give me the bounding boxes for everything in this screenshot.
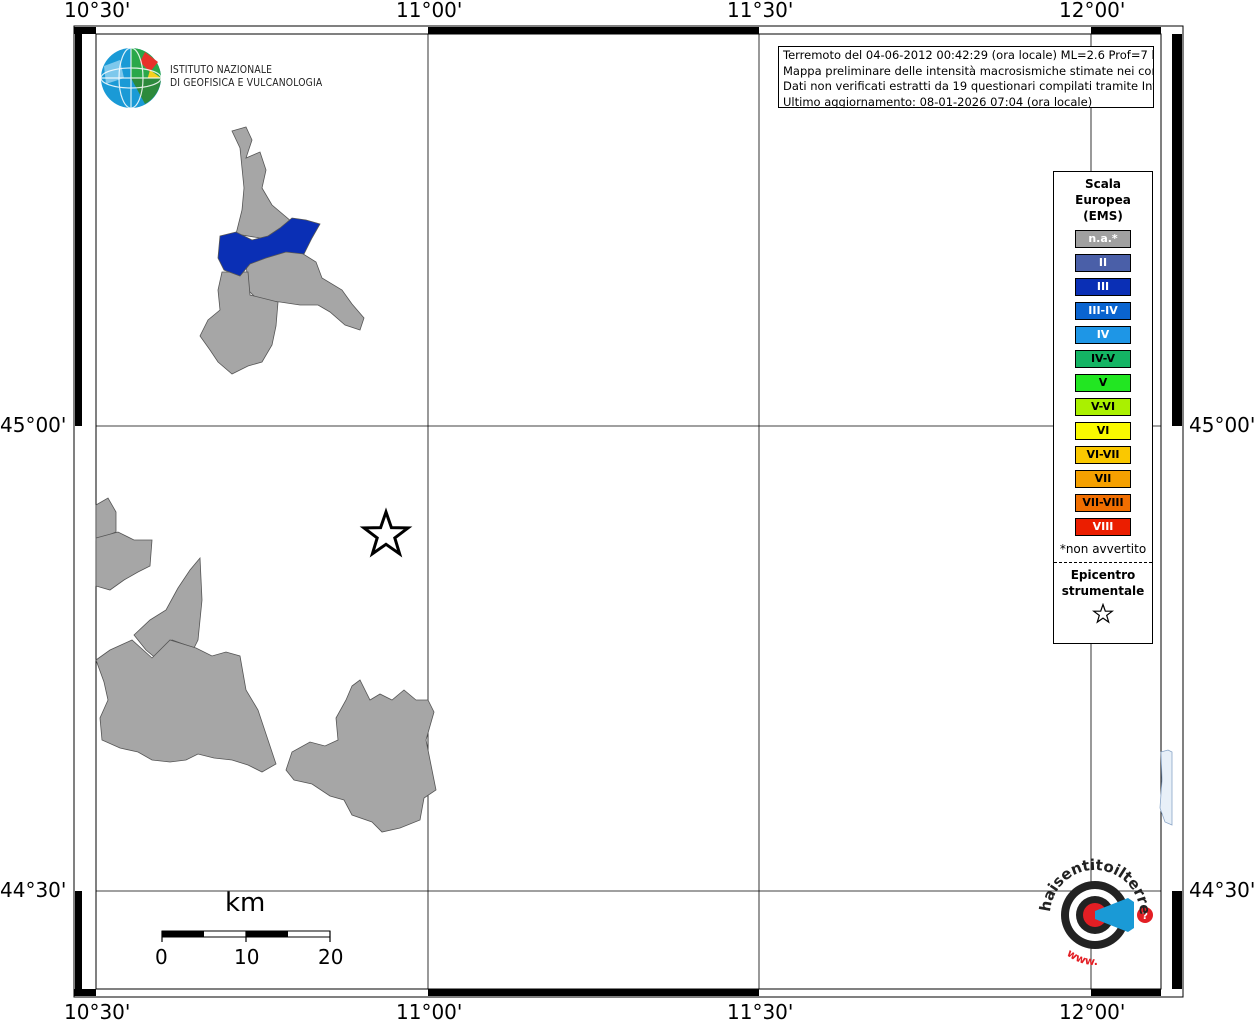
legend-item-8: VI: [1075, 422, 1131, 440]
legend-item-1: II: [1075, 254, 1131, 272]
top-lon-label-4: 12°00': [1059, 0, 1126, 22]
right-lat-label-1: 45°00': [1189, 413, 1255, 437]
legend-epicenter-line-2: strumentale: [1061, 584, 1145, 598]
legend-note: *non avvertito: [1059, 542, 1147, 556]
event-info-line-2: Mappa preliminare delle intensità macros…: [783, 63, 1154, 78]
event-info-line-1: Terremoto del 04-06-2012 00:42:29 (ora l…: [783, 48, 1154, 62]
legend-star-icon: [1054, 602, 1152, 629]
top-lon-label-2: 11°00': [396, 0, 463, 22]
top-lon-label-3: 11°30': [727, 0, 794, 22]
legend-item-4: IV: [1075, 326, 1131, 344]
legend-title-line-1: Scala: [1084, 177, 1122, 191]
legend-item-3: III-IV: [1075, 302, 1131, 320]
intensity-legend: Scala Europea (EMS) n.a.* II III III-IV IV IV…: [1053, 171, 1153, 644]
legend-items: n.a.* II III III-IV IV IV-V V V-VI VI VI-VII VII VI…: [1054, 230, 1152, 536]
legend-epicenter-label: Epicentro strumentale: [1054, 567, 1152, 599]
left-lat-label-2: 44°30': [0, 878, 67, 902]
bottom-lon-label-3: 11°30': [727, 1000, 794, 1024]
legend-item-11: VII-VIII: [1075, 494, 1131, 512]
right-lat-label-2: 44°30': [1189, 878, 1255, 902]
legend-item-12: VIII: [1075, 518, 1131, 536]
scale-tick-10: 10: [234, 945, 260, 969]
institute-name: ISTITUTO NAZIONALE DI GEOFISICA E VULCAN…: [170, 64, 322, 90]
bottom-lon-label-1: 10°30': [64, 1000, 131, 1024]
scale-unit-label: km: [225, 888, 266, 918]
bottom-lon-label-4: 12°00': [1059, 1000, 1126, 1024]
legend-item-9: VI-VII: [1075, 446, 1131, 464]
legend-item-0: n.a.*: [1075, 230, 1131, 248]
legend-item-10: VII: [1075, 470, 1131, 488]
bottom-lon-label-2: 11°00': [396, 1000, 463, 1024]
scale-tick-20: 20: [318, 945, 344, 969]
event-info-line-3: Dati non verificati estratti da 19 quest…: [783, 79, 1154, 93]
legend-title-line-3: (EMS): [1083, 209, 1123, 223]
top-lon-label-1: 10°30': [64, 0, 131, 22]
institute-line-1: ISTITUTO NAZIONALE: [170, 64, 273, 76]
left-lat-label-1: 45°00': [0, 413, 67, 437]
legend-item-6: V: [1075, 374, 1131, 392]
event-info-box: Terremoto del 04-06-2012 00:42:29 (ora l…: [778, 46, 1154, 108]
ingv-logo-globe: [100, 47, 162, 109]
legend-item-5: IV-V: [1075, 350, 1131, 368]
institute-line-2: DI GEOFISICA E VULCANOLOGIA: [170, 77, 323, 89]
legend-item-2: III: [1075, 278, 1131, 296]
legend-item-7: V-VI: [1075, 398, 1131, 416]
legend-title-line-2: Europea: [1075, 193, 1131, 207]
scale-tick-0: 0: [155, 945, 168, 969]
legend-title: Scala Europea (EMS): [1054, 176, 1152, 224]
legend-divider: [1054, 562, 1152, 563]
legend-epicenter-line-1: Epicentro: [1070, 568, 1136, 582]
lake-fragment: [1159, 749, 1173, 826]
event-info-line-4: Ultimo aggiornamento: 08-01-2026 07:04 (…: [783, 94, 1093, 108]
